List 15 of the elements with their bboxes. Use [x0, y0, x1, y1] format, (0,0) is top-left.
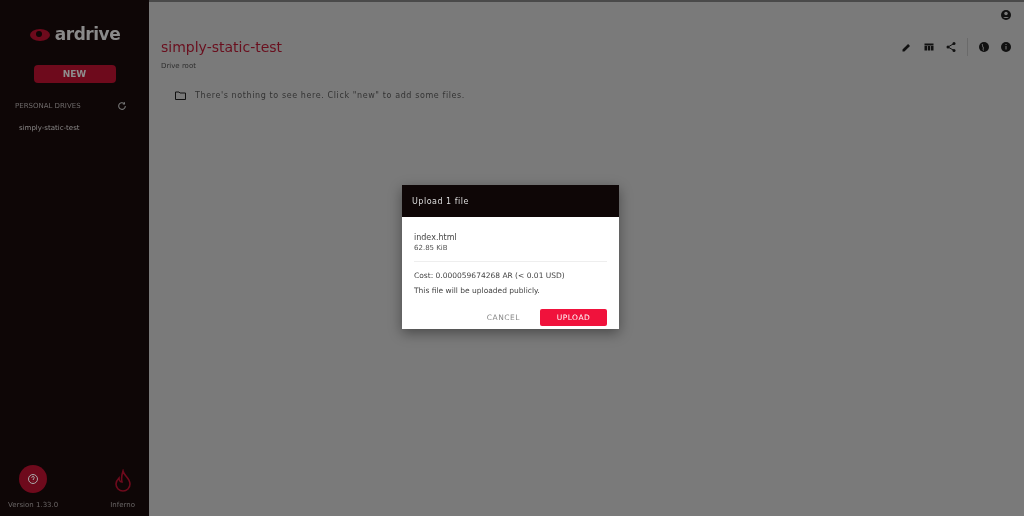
- pencil-icon[interactable]: [901, 41, 913, 53]
- share-icon[interactable]: [945, 41, 957, 53]
- account-icon[interactable]: [1000, 9, 1012, 21]
- logo-text: ardrive: [54, 24, 121, 44]
- help-button[interactable]: [19, 465, 48, 493]
- refresh-icon[interactable]: [117, 101, 127, 111]
- table-icon[interactable]: [923, 41, 935, 53]
- logo-icon: [28, 26, 51, 42]
- folder-icon: [175, 91, 186, 100]
- new-button[interactable]: NEW: [33, 65, 116, 83]
- file-name: index.html: [414, 233, 458, 242]
- help-icon: [27, 473, 40, 485]
- info-icon[interactable]: [1000, 41, 1012, 53]
- dialog-title: Upload 1 file: [402, 185, 619, 217]
- drive-title: simply-static-test: [161, 39, 283, 55]
